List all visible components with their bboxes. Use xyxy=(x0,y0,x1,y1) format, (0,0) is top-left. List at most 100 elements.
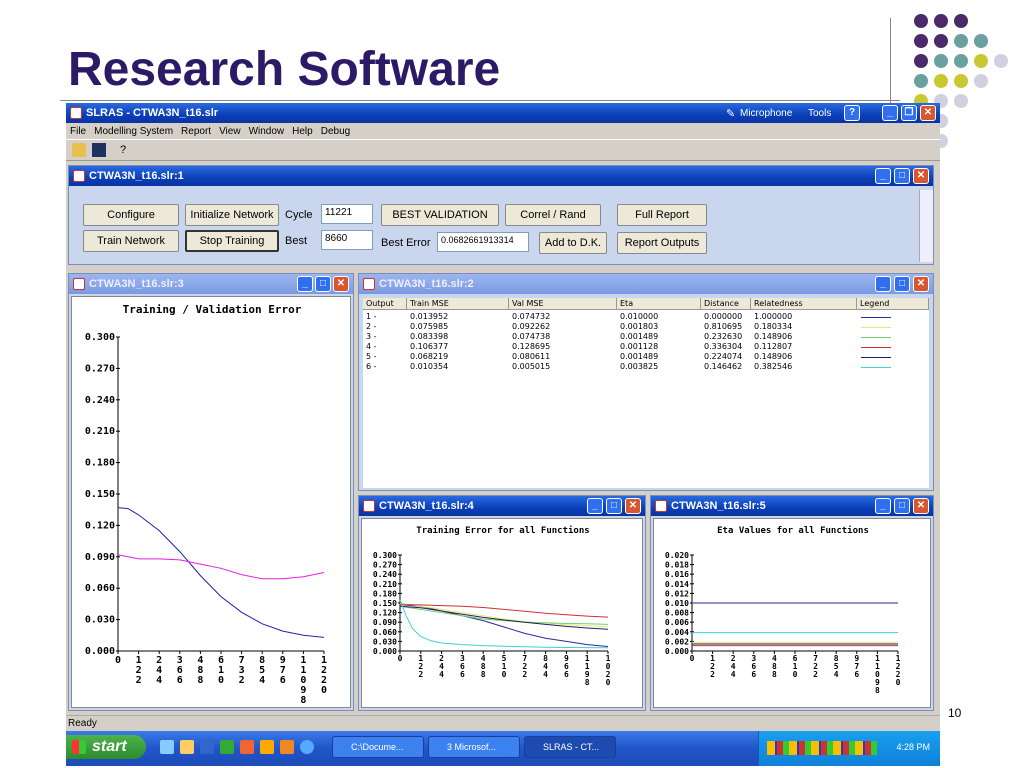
tray-icons[interactable] xyxy=(767,741,877,755)
microphone-button[interactable]: Microphone xyxy=(740,108,792,119)
open-folder-icon[interactable] xyxy=(72,143,86,157)
table-cell-eta: 0.001803 xyxy=(620,322,659,331)
minimize-icon[interactable]: _ xyxy=(875,498,891,514)
add-to-dk-button[interactable]: Add to D.K. xyxy=(539,232,607,254)
full-report-button[interactable]: Full Report xyxy=(617,204,707,226)
control-scrollbar[interactable] xyxy=(919,190,933,262)
y-tick-label: 0.060 xyxy=(85,583,115,594)
cycle-field[interactable]: 11221 xyxy=(321,204,373,224)
start-button[interactable]: start xyxy=(66,735,146,759)
table-cell-output: 2 - xyxy=(366,322,377,331)
quicklaunch-icon-7[interactable] xyxy=(280,740,294,754)
minimize-icon[interactable]: _ xyxy=(882,105,898,121)
table-cell-output: 1 - xyxy=(366,312,377,321)
x-tick-label: 0 xyxy=(321,685,327,696)
table-cell-rel: 0.148906 xyxy=(754,332,793,341)
app-window: SLRAS - CTWA3N_t16.slr ✎ Microphone Tool… xyxy=(66,103,940,766)
restore-icon[interactable]: ❐ xyxy=(901,105,917,121)
maximize-icon[interactable]: □ xyxy=(606,498,622,514)
word-icon[interactable] xyxy=(200,740,214,754)
window-5-titlebar: CTWA3N_t16.slr:5 _ □ ✕ xyxy=(651,496,933,516)
maximize-icon[interactable]: □ xyxy=(894,498,910,514)
minimize-icon[interactable]: _ xyxy=(297,276,313,292)
decorative-dot xyxy=(954,14,968,28)
slide-title: Research Software xyxy=(68,43,501,96)
table-header-output[interactable]: Output xyxy=(363,298,407,310)
y-tick-label: 0.012 xyxy=(665,589,689,598)
table-cell-eta: 0.001489 xyxy=(620,332,659,341)
correl-rand-button[interactable]: Correl / Rand xyxy=(505,204,601,226)
chart-title: Eta Values for all Functions xyxy=(717,525,869,536)
minimize-icon[interactable]: _ xyxy=(875,276,891,292)
table-header-eta[interactable]: Eta xyxy=(617,298,701,310)
quicklaunch-icon-2[interactable] xyxy=(180,740,194,754)
table-header-legend[interactable]: Legend xyxy=(857,298,929,310)
ie-icon[interactable] xyxy=(300,740,314,754)
report-outputs-button[interactable]: Report Outputs xyxy=(617,232,707,254)
chart-title: Training Error for all Functions xyxy=(416,525,589,536)
x-tick-label: 2 xyxy=(522,670,527,679)
maximize-icon[interactable]: □ xyxy=(894,276,910,292)
menu-window[interactable]: Window xyxy=(245,126,289,137)
menu-file[interactable]: File xyxy=(66,126,90,137)
eta-values-chart: Eta Values for all Functions0.0200.0180.… xyxy=(665,525,901,695)
initialize-network-button[interactable]: Initialize Network xyxy=(185,204,279,226)
decorative-dot xyxy=(974,34,988,48)
y-tick-label: 0.000 xyxy=(665,647,689,656)
quicklaunch-icon-6[interactable] xyxy=(260,740,274,754)
tools-button[interactable]: Tools xyxy=(808,108,831,119)
menu-modelling-system[interactable]: Modelling System xyxy=(90,126,177,137)
close-icon[interactable]: ✕ xyxy=(913,276,929,292)
best-validation-button[interactable]: BEST VALIDATION xyxy=(381,204,499,226)
close-icon[interactable]: ✕ xyxy=(913,168,929,184)
close-icon[interactable]: ✕ xyxy=(913,498,929,514)
quicklaunch-icon-1[interactable] xyxy=(160,740,174,754)
train-network-button[interactable]: Train Network xyxy=(83,230,179,252)
powerpoint-icon[interactable] xyxy=(240,740,254,754)
menu-help[interactable]: Help xyxy=(288,126,317,137)
series-line-1 xyxy=(117,507,325,638)
taskbar: start C:\Docume... 3 Microsof... SLRAS -… xyxy=(66,731,940,766)
task-documents[interactable]: C:\Docume... xyxy=(332,736,424,758)
best-error-field[interactable]: 0.0682661913314 xyxy=(437,232,529,252)
legend-swatch xyxy=(861,327,891,328)
table-cell-eta: 0.001489 xyxy=(620,352,659,361)
menu-view[interactable]: View xyxy=(215,126,245,137)
x-tick-label: 4 xyxy=(259,675,265,686)
help-question-icon[interactable]: ? xyxy=(116,143,130,157)
task-microsoft[interactable]: 3 Microsof... xyxy=(428,736,520,758)
y-tick-label: 0.270 xyxy=(373,561,397,570)
table-cell-val: 0.092262 xyxy=(512,322,551,331)
y-tick-label: 0.016 xyxy=(665,570,689,579)
stop-training-button[interactable]: Stop Training xyxy=(185,230,279,252)
maximize-icon[interactable]: □ xyxy=(315,276,331,292)
x-tick-label: 8 xyxy=(197,675,203,686)
table-cell-dist: 0.000000 xyxy=(704,312,743,321)
clock: 4:28 PM xyxy=(896,742,930,752)
configure-button[interactable]: Configure xyxy=(83,204,179,226)
table-header-val-mse[interactable]: Val MSE xyxy=(509,298,617,310)
window-icon xyxy=(655,500,667,512)
excel-icon[interactable] xyxy=(220,740,234,754)
close-icon[interactable]: ✕ xyxy=(920,105,936,121)
close-icon[interactable]: ✕ xyxy=(333,276,349,292)
help-icon[interactable]: ? xyxy=(844,105,860,121)
table-cell-val: 0.080611 xyxy=(512,352,551,361)
menu-debug[interactable]: Debug xyxy=(317,126,354,137)
maximize-icon[interactable]: □ xyxy=(894,168,910,184)
table-header-train-mse[interactable]: Train MSE xyxy=(407,298,509,310)
microphone-icon[interactable]: ✎ xyxy=(726,107,735,120)
menu-report[interactable]: Report xyxy=(177,126,215,137)
x-tick-label: 4 xyxy=(731,670,736,679)
task-slras[interactable]: SLRAS - CT... xyxy=(524,736,616,758)
minimize-icon[interactable]: _ xyxy=(875,168,891,184)
minimize-icon[interactable]: _ xyxy=(587,498,603,514)
legend-swatch xyxy=(861,347,891,348)
best-field[interactable]: 8660 xyxy=(321,230,373,250)
save-icon[interactable] xyxy=(92,143,106,157)
table-header-relatedness[interactable]: Relatedness xyxy=(751,298,857,310)
x-tick-label: 6 xyxy=(280,675,286,686)
close-icon[interactable]: ✕ xyxy=(625,498,641,514)
table-header-distance[interactable]: Distance xyxy=(701,298,751,310)
decorative-dot xyxy=(934,54,948,68)
